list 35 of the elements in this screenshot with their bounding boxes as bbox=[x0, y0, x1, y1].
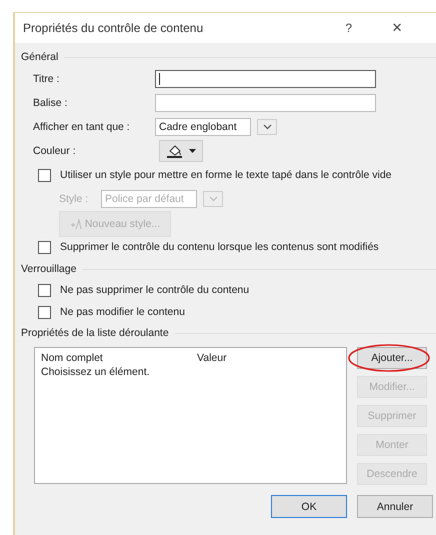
text-field[interactable] bbox=[155, 94, 376, 112]
field-label: Titre : bbox=[33, 73, 60, 85]
ok-button[interactable]: OK bbox=[271, 495, 347, 518]
checkbox-label: Ne pas supprimer le contrôle du contenu bbox=[60, 284, 250, 296]
text-field[interactable] bbox=[155, 70, 376, 88]
checkbox[interactable] bbox=[38, 284, 51, 296]
field-label: Afficher en tant que : bbox=[33, 121, 131, 133]
section-heading: Général bbox=[21, 51, 58, 63]
caret-icon bbox=[189, 149, 196, 153]
field-label: Couleur : bbox=[33, 145, 77, 157]
close-button[interactable]: × bbox=[392, 18, 402, 38]
checkbox-label: Ne pas modifier le contenu bbox=[60, 306, 185, 318]
help-button[interactable]: ? bbox=[345, 21, 352, 35]
chevron-down-icon bbox=[208, 196, 218, 202]
dropdown-button[interactable] bbox=[257, 119, 277, 135]
column-header: Nom complet bbox=[41, 352, 104, 366]
field-label: Balise : bbox=[33, 97, 68, 109]
column-header: Valeur bbox=[197, 352, 227, 366]
checkbox[interactable] bbox=[38, 168, 51, 182]
color-button[interactable] bbox=[159, 140, 203, 162]
checkbox-label: Utiliser un style pour mettre en forme le texte tapé dans le contrôle vide bbox=[60, 169, 392, 181]
style-icon bbox=[70, 218, 82, 230]
dropdown[interactable]: Cadre englobant bbox=[155, 118, 251, 136]
window-title: Propriétés du contrôle de contenu bbox=[23, 21, 204, 35]
chevron-down-icon bbox=[262, 124, 272, 130]
checkbox-label: Supprimer le contrôle du contenu lorsque les contenus sont modifiés bbox=[60, 241, 379, 253]
field-label: Style : bbox=[59, 193, 90, 205]
cancel-button[interactable]: Annuler bbox=[357, 495, 433, 518]
checkbox[interactable] bbox=[38, 306, 51, 318]
list-button[interactable]: Ajouter... bbox=[357, 347, 427, 369]
list-item[interactable]: Choisissez un élément. bbox=[41, 366, 197, 380]
paint-bucket-icon bbox=[166, 143, 184, 159]
section-heading: Propriétés de la liste déroulante bbox=[21, 327, 169, 339]
section-heading: Verrouillage bbox=[21, 263, 76, 275]
checkbox[interactable] bbox=[38, 240, 51, 254]
